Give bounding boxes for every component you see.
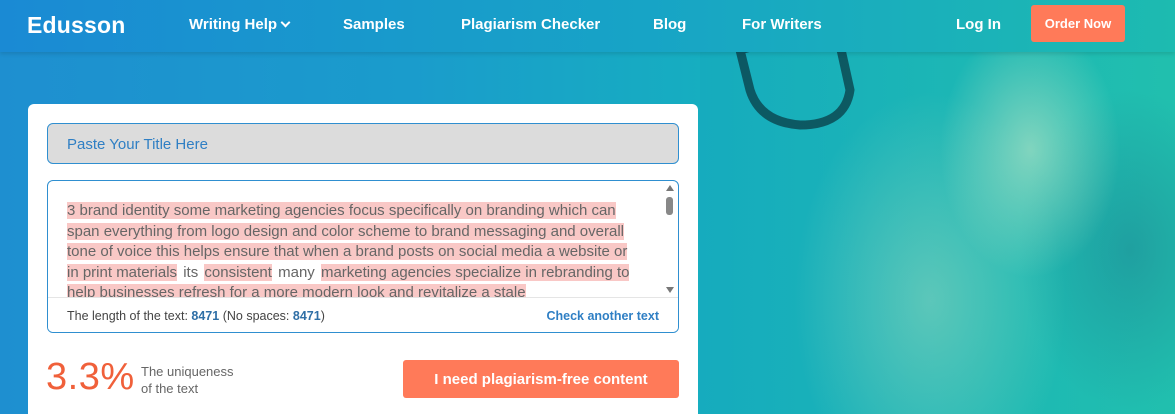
plagiarism-result-card: Paste Your Title Here 3 brand identity s… (28, 104, 698, 414)
unique-word: its (181, 263, 201, 281)
chevron-down-icon (280, 17, 291, 28)
nav-writing-help-label: Writing Help (189, 16, 278, 33)
text-scrollbar[interactable] (664, 185, 676, 293)
nav-for-writers[interactable]: For Writers (742, 16, 822, 33)
length-label: The length of the text: (67, 309, 188, 323)
plagiarized-word: consistent (204, 263, 272, 281)
scroll-up-arrow-icon[interactable] (666, 185, 674, 191)
nav-samples[interactable]: Samples (343, 16, 405, 33)
scroll-thumb[interactable] (666, 197, 673, 215)
unique-word: many (276, 263, 317, 281)
plagiarism-free-content-button[interactable]: I need plagiarism-free content (403, 360, 679, 398)
scroll-down-arrow-icon[interactable] (666, 287, 674, 293)
uniqueness-caption: The uniqueness of the text (141, 363, 251, 397)
checked-text-area[interactable]: 3 brand identity some marketing agencies… (48, 181, 666, 297)
uniqueness-caption-line2: of the text (141, 381, 199, 396)
nav-blog[interactable]: Blog (653, 16, 686, 33)
check-another-text-link[interactable]: Check another text (546, 309, 659, 323)
nospace-label: (No spaces: (222, 309, 290, 323)
nav-plagiarism-checker[interactable]: Plagiarism Checker (461, 16, 600, 33)
top-navigation: Edusson Writing Help Samples Plagiarism … (0, 0, 1175, 52)
nospace-close: ) (320, 309, 325, 323)
text-input-box: 3 brand identity some marketing agencies… (47, 180, 679, 333)
uniqueness-percentage: 3.3% (46, 356, 135, 398)
nospace-value: 8471 (292, 309, 321, 323)
title-input[interactable]: Paste Your Title Here (47, 123, 679, 164)
hero-background-photo (700, 0, 1175, 414)
uniqueness-caption-line1: The uniqueness (141, 364, 234, 379)
login-link[interactable]: Log In (956, 16, 1001, 33)
length-value: 8471 (191, 309, 220, 323)
site-logo[interactable]: Edusson (27, 12, 126, 39)
text-length-footer: The length of the text: 8471 (No spaces:… (48, 297, 678, 332)
order-now-button[interactable]: Order Now (1031, 5, 1125, 42)
nav-writing-help[interactable]: Writing Help (189, 16, 291, 33)
